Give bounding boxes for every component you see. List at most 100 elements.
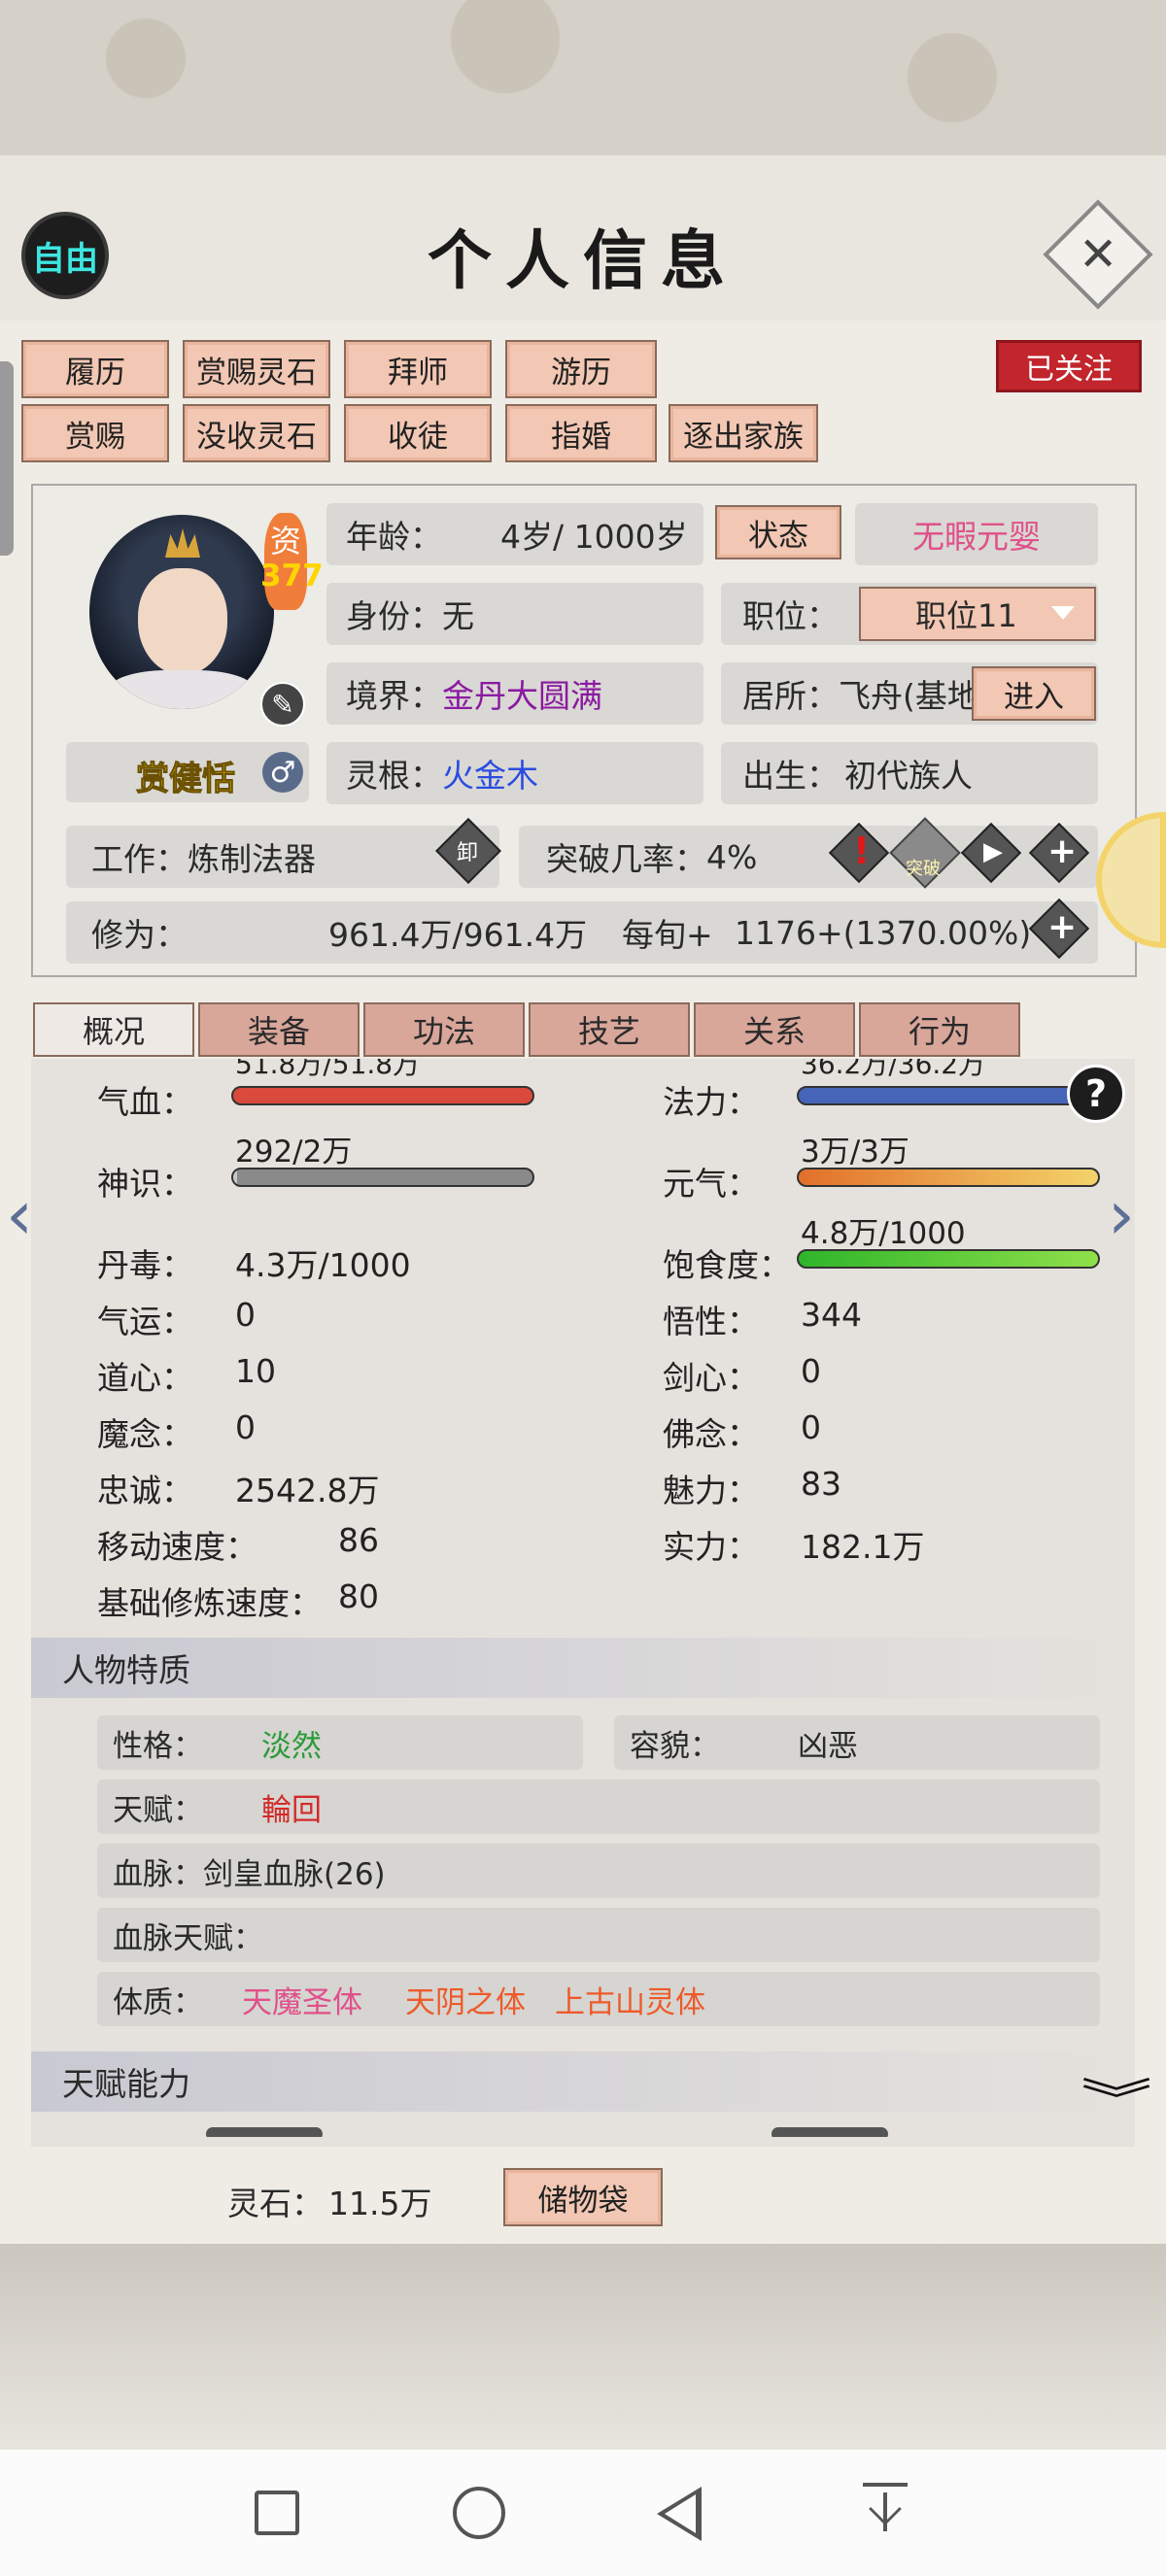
yuanqi-value: 3万/3万 (801, 1135, 909, 1169)
yuanqi-bar (797, 1168, 1100, 1187)
physique-value-3: 上古山灵体 (555, 1984, 705, 2020)
character-name: 赏健恬 (136, 760, 236, 799)
edit-icon[interactable]: ✎ (260, 682, 305, 727)
shenshi-bar-fill (233, 1169, 238, 1185)
enter-button[interactable]: 进入 (972, 666, 1096, 721)
avatar-portrait (89, 515, 274, 709)
next-arrow-icon[interactable]: › (1108, 1175, 1135, 1255)
qiyun-label: 气运： (97, 1303, 193, 1340)
traits-section-header: 人物特质 (31, 1638, 1135, 1698)
plus-symbol: + (1047, 831, 1078, 871)
dandu-value: 4.3万/1000 (235, 1246, 411, 1284)
breakthrough-label: 突破几率： (546, 840, 706, 878)
per-turn-value: 1176+(1370.00%) (735, 913, 1032, 952)
notification-pull-icon[interactable] (863, 2483, 908, 2537)
birth-label: 出生： (742, 757, 839, 795)
jianxin-label: 剑心： (663, 1359, 759, 1397)
identity-value: 无 (442, 597, 474, 635)
bloodline-talent-label: 血脉天赋： (113, 1920, 263, 1956)
chevron-down-icon[interactable]: ︾ (1080, 2065, 1152, 2129)
reward-button[interactable]: 赏赐 (21, 404, 169, 462)
chevron-down-icon (1051, 606, 1075, 620)
help-button[interactable]: ? (1067, 1065, 1125, 1123)
fali-value: 36.2万/36.2万 (801, 1059, 986, 1080)
birth-value: 初代族人 (844, 757, 973, 795)
cultivation-value: 961.4万/961.4万 (328, 916, 588, 954)
age-label: 年龄： (346, 518, 442, 556)
stats-scroll-area[interactable]: 气血： 51.8万/51.8万 法力： 36.2万/36.2万 神识： 292/… (31, 1059, 1135, 2137)
talent-label: 天赋： (113, 1792, 203, 1828)
talent-value: 輪回 (261, 1792, 322, 1828)
tab-overview[interactable]: 概况 (33, 1002, 194, 1057)
shenshi-bar (231, 1168, 534, 1187)
pull-arrow-2 (883, 2492, 887, 2531)
tab-skills[interactable]: 技艺 (529, 1002, 690, 1057)
speed-label: 移动速度： (97, 1528, 257, 1566)
baoshi-bar (797, 1249, 1100, 1269)
cultivation-field: 修为： 961.4万/961.4万 每旬+ 1176+(1370.00%) (66, 901, 1098, 964)
qixue-label: 气血： (97, 1083, 193, 1121)
wuxing-value: 344 (801, 1296, 862, 1334)
confiscate-stone-button[interactable]: 没收灵石 (183, 404, 330, 462)
tab-relations[interactable]: 关系 (694, 1002, 855, 1057)
root-field: 灵根： 火金木 (326, 742, 703, 804)
base-speed-label: 基础修炼速度： (97, 1584, 322, 1622)
status-button[interactable]: 状态 (715, 505, 841, 559)
monian-label: 魔念： (97, 1415, 193, 1453)
dandu-label: 丹毒： (97, 1246, 193, 1284)
personality-label: 性格： (113, 1728, 203, 1764)
physique-label: 体质： (113, 1984, 203, 2020)
take-disciple-button[interactable]: 收徒 (344, 404, 492, 462)
residence-label: 居所： (742, 677, 839, 715)
bloodline-label: 血脉： (113, 1856, 203, 1892)
abilities-section-header: 天赋能力 (31, 2051, 1135, 2112)
baoshi-label: 饱食度： (663, 1246, 791, 1284)
avatar[interactable] (89, 515, 280, 721)
position-dropdown[interactable]: 职位11 (859, 587, 1096, 641)
bloodline-value: 剑皇血脉(26) (203, 1856, 386, 1892)
history-button[interactable]: 履历 (21, 340, 169, 398)
meili-label: 魅力： (663, 1472, 759, 1509)
baoshi-value: 4.8万/1000 (801, 1216, 966, 1251)
apprentice-button[interactable]: 拜师 (344, 340, 492, 398)
background-clouds (0, 0, 1166, 165)
root-value: 火金木 (442, 757, 538, 795)
play-symbol: ▶ (983, 837, 1003, 866)
tab-behavior[interactable]: 行为 (859, 1002, 1020, 1057)
travel-button[interactable]: 游历 (505, 340, 657, 398)
left-edge-handle[interactable] (0, 361, 14, 556)
storage-bag-button[interactable]: 储物袋 (503, 2168, 663, 2226)
home-icon[interactable] (453, 2487, 505, 2539)
position-label: 职位： (742, 597, 839, 635)
back-icon-inner (665, 2494, 696, 2533)
residence-value: 飞舟(基地 (839, 677, 979, 715)
close-icon: ✕ (1078, 227, 1118, 282)
tab-techniques[interactable]: 功法 (363, 1002, 525, 1057)
arrange-marriage-button[interactable]: 指婚 (505, 404, 657, 462)
realm-field: 境界： 金丹大圆满 (326, 662, 703, 725)
looks-value: 凶恶 (798, 1728, 858, 1764)
zhongcheng-label: 忠诚： (97, 1472, 193, 1509)
speed-value: 86 (338, 1521, 379, 1559)
warning-mark: ! (853, 830, 871, 872)
physique-value-2: 天阴之体 (405, 1984, 526, 2020)
work-field: 工作： 炼制法器 (66, 826, 499, 888)
partial-row-2 (772, 2127, 888, 2137)
work-label: 工作： (91, 840, 188, 878)
aptitude-value: 377 (260, 559, 324, 593)
monian-value: 0 (235, 1408, 256, 1446)
reward-stone-button[interactable]: 赏赐灵石 (183, 340, 330, 398)
landscape-background (0, 2244, 1166, 2450)
expel-button[interactable]: 逐出家族 (669, 404, 818, 462)
avatar-face (138, 568, 227, 675)
identity-label: 身份： (346, 597, 442, 635)
qixue-value: 51.8万/51.8万 (235, 1059, 421, 1080)
daoxin-value: 10 (235, 1352, 276, 1390)
tab-equipment[interactable]: 装备 (198, 1002, 360, 1057)
bloodline-field: 血脉： 剑皇血脉(26) (97, 1844, 1100, 1898)
recent-apps-icon[interactable] (255, 2491, 299, 2535)
avatar-robe (109, 670, 255, 709)
followed-badge[interactable]: 已关注 (996, 340, 1142, 392)
previous-arrow-icon[interactable]: ‹ (6, 1175, 33, 1255)
root-label: 灵根： (346, 757, 442, 795)
